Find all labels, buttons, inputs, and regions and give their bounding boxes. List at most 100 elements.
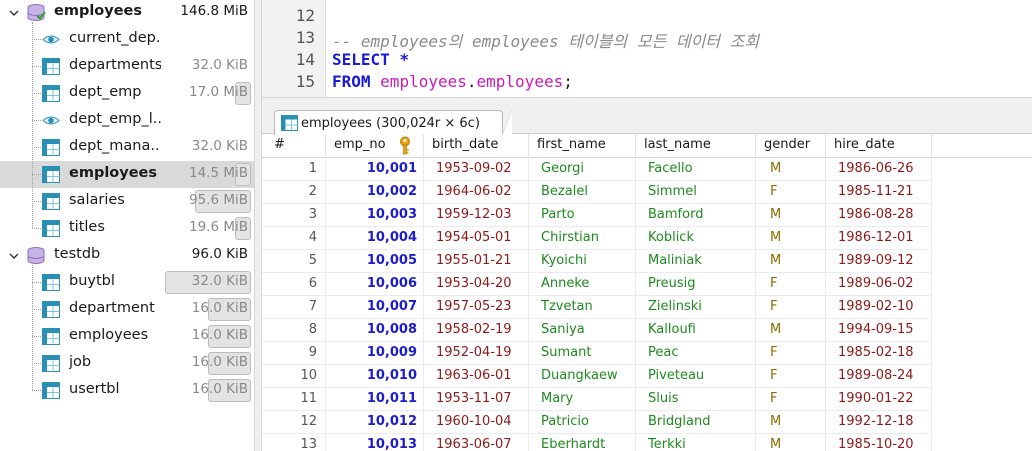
table-cell[interactable]: 4 — [262, 227, 326, 250]
table-cell[interactable]: Bezalel — [529, 181, 636, 204]
table-cell[interactable]: 10,002 — [326, 181, 424, 204]
table-cell[interactable]: 1986-12-01 — [826, 227, 932, 250]
table-row[interactable]: 6 10,006 1953-04-20 Anneke Preusig F 1989-06-0… — [262, 273, 1032, 296]
table-cell[interactable]: 1952-04-19 — [424, 342, 529, 365]
table-cell[interactable]: Simmel — [636, 181, 756, 204]
table-cell[interactable]: 1994-09-15 — [826, 319, 932, 342]
table-cell[interactable]: 1964-06-02 — [424, 181, 529, 204]
table-cell[interactable]: Anneke — [529, 273, 636, 296]
table-cell[interactable]: 1985-10-20 — [826, 434, 932, 451]
table-cell[interactable]: 10,011 — [326, 388, 424, 411]
table-cell[interactable]: 10,012 — [326, 411, 424, 434]
column-header[interactable]: first_name — [529, 134, 636, 158]
table-cell[interactable]: Sumant — [529, 342, 636, 365]
table-cell[interactable]: 10,009 — [326, 342, 424, 365]
table-row[interactable]: 3 10,003 1959-12-03 Parto Bamford M 1986-08-28 — [262, 204, 1032, 227]
table-cell[interactable]: 10,010 — [326, 365, 424, 388]
column-header[interactable]: gender — [756, 134, 826, 158]
table-cell[interactable]: 2 — [262, 181, 326, 204]
table-cell[interactable]: Chirstian — [529, 227, 636, 250]
tree-item-titles[interactable]: titles 19.6 MiB — [0, 215, 254, 242]
table-cell[interactable]: Bridgland — [636, 411, 756, 434]
column-header[interactable]: last_name — [636, 134, 756, 158]
tree-item-salaries[interactable]: salaries 95.6 MiB — [0, 188, 254, 215]
table-cell[interactable]: 10,001 — [326, 158, 424, 181]
table-cell[interactable]: 1986-08-28 — [826, 204, 932, 227]
column-header[interactable]: hire_date — [826, 134, 932, 158]
table-cell[interactable]: 9 — [262, 342, 326, 365]
table-cell[interactable]: Maliniak — [636, 250, 756, 273]
table-cell[interactable]: 12 — [262, 411, 326, 434]
table-cell[interactable]: 1957-05-23 — [424, 296, 529, 319]
table-cell[interactable]: 13 — [262, 434, 326, 451]
tree-item-dept_mana[interactable]: dept_mana... 32.0 KiB — [0, 134, 254, 161]
table-cell[interactable]: 1960-10-04 — [424, 411, 529, 434]
tree-database-employees[interactable]: employees 146.8 MiB — [0, 0, 254, 26]
tree-item-dept_emp[interactable]: dept_emp 17.0 MiB — [0, 80, 254, 107]
table-cell[interactable]: 10,006 — [326, 273, 424, 296]
tree-item-job[interactable]: job 16.0 KiB — [0, 350, 254, 377]
table-row[interactable]: 9 10,009 1952-04-19 Sumant Peac F 1985-02-18 — [262, 342, 1032, 365]
table-cell[interactable]: 10,013 — [326, 434, 424, 451]
table-cell[interactable]: 1985-02-18 — [826, 342, 932, 365]
table-cell[interactable]: 1989-08-24 — [826, 365, 932, 388]
tree-item-employees[interactable]: employees 14.5 MiB — [0, 161, 254, 188]
table-cell[interactable]: M — [756, 204, 826, 227]
table-cell[interactable]: M — [756, 250, 826, 273]
table-row[interactable]: 7 10,007 1957-05-23 Tzvetan Zielinski F 1989-0… — [262, 296, 1032, 319]
table-row[interactable]: 8 10,008 1958-02-19 Saniya Kalloufi M 1994-09-… — [262, 319, 1032, 342]
table-cell[interactable]: 10,005 — [326, 250, 424, 273]
table-row[interactable]: 11 10,011 1953-11-07 Mary Sluis F 1990-01-22 — [262, 388, 1032, 411]
table-cell[interactable]: Koblick — [636, 227, 756, 250]
table-cell[interactable]: 1985-11-21 — [826, 181, 932, 204]
table-cell[interactable]: 1989-02-10 — [826, 296, 932, 319]
table-cell[interactable]: 11 — [262, 388, 326, 411]
tree-database-testdb[interactable]: testdb 96.0 KiB — [0, 242, 254, 269]
table-cell[interactable]: 5 — [262, 250, 326, 273]
table-cell[interactable]: M — [756, 411, 826, 434]
table-cell[interactable]: 1989-06-02 — [826, 273, 932, 296]
table-row[interactable]: 1 10,001 1953-09-02 Georgi Facello M 1986-06-2… — [262, 158, 1032, 181]
table-cell[interactable]: 10,008 — [326, 319, 424, 342]
column-header[interactable]: emp_no — [326, 134, 424, 158]
chevron-down-icon[interactable] — [8, 250, 20, 262]
table-cell[interactable]: 1963-06-01 — [424, 365, 529, 388]
column-header[interactable]: # — [262, 134, 326, 158]
table-cell[interactable]: 1986-06-26 — [826, 158, 932, 181]
panel-splitter[interactable] — [254, 0, 262, 451]
table-cell[interactable]: Patricio — [529, 411, 636, 434]
table-cell[interactable]: 1955-01-21 — [424, 250, 529, 273]
table-cell[interactable]: F — [756, 342, 826, 365]
table-cell[interactable]: M — [756, 158, 826, 181]
table-cell[interactable]: 1990-01-22 — [826, 388, 932, 411]
table-cell[interactable]: 8 — [262, 319, 326, 342]
result-tab[interactable]: employees (300,024r × 6c) — [274, 110, 512, 135]
table-cell[interactable]: Kalloufi — [636, 319, 756, 342]
sql-editor[interactable]: 12 13 14 15 -- employees의 employees 테이블의 모든… — [262, 0, 1032, 98]
tree-item-current_dep[interactable]: current_dep... — [0, 26, 254, 53]
table-cell[interactable]: Eberhardt — [529, 434, 636, 451]
table-row[interactable]: 4 10,004 1954-05-01 Chirstian Koblick M 1986-1… — [262, 227, 1032, 250]
table-cell[interactable]: 3 — [262, 204, 326, 227]
table-cell[interactable]: Parto — [529, 204, 636, 227]
table-cell[interactable]: Tzvetan — [529, 296, 636, 319]
table-cell[interactable]: 1953-04-20 — [424, 273, 529, 296]
table-cell[interactable]: Mary — [529, 388, 636, 411]
table-row[interactable]: 2 10,002 1964-06-02 Bezalel Simmel F 1985-11-2… — [262, 181, 1032, 204]
table-cell[interactable]: F — [756, 365, 826, 388]
table-cell[interactable]: M — [756, 319, 826, 342]
table-row[interactable]: 10 10,010 1963-06-01 Duangkaew Piveteau F 1989… — [262, 365, 1032, 388]
table-cell[interactable]: M — [756, 434, 826, 451]
table-cell[interactable]: F — [756, 181, 826, 204]
table-cell[interactable]: 1953-09-02 — [424, 158, 529, 181]
table-cell[interactable]: 1954-05-01 — [424, 227, 529, 250]
table-cell[interactable]: 10,007 — [326, 296, 424, 319]
tree-item-employees[interactable]: employees 16.0 KiB — [0, 323, 254, 350]
table-cell[interactable]: M — [756, 227, 826, 250]
table-cell[interactable]: F — [756, 296, 826, 319]
chevron-down-icon[interactable] — [8, 7, 20, 19]
table-row[interactable]: 13 10,013 1963-06-07 Eberhardt Terkki M 1985-1… — [262, 434, 1032, 451]
tree-item-usertbl[interactable]: usertbl 16.0 KiB — [0, 377, 254, 404]
tree-item-department[interactable]: department 16.0 KiB — [0, 296, 254, 323]
table-cell[interactable]: 10,004 — [326, 227, 424, 250]
